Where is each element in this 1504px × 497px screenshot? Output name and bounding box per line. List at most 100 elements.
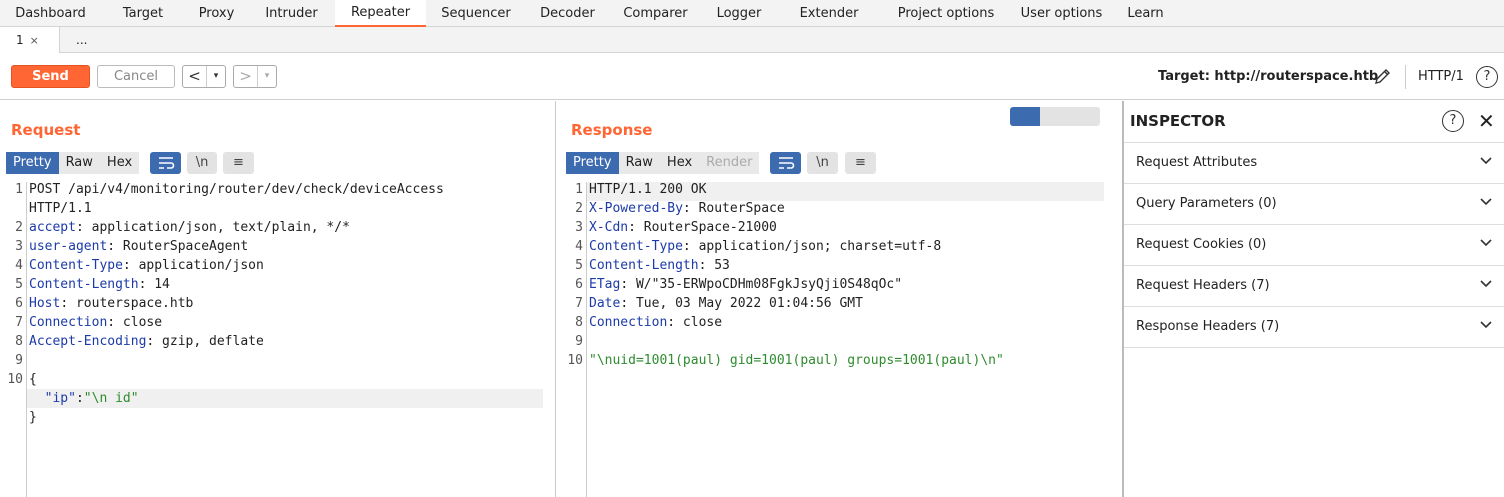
show-newlines-button[interactable]: \n <box>807 152 838 174</box>
chevron-down-icon[interactable] <box>1479 194 1493 212</box>
chevron-down-icon[interactable] <box>1479 235 1493 253</box>
nav-tab-extender[interactable]: Extender <box>776 0 882 27</box>
token-key: Host <box>29 296 61 311</box>
http-version-toggle[interactable]: HTTP/1 <box>1418 69 1464 84</box>
history-back-group: < ▾ <box>182 65 226 88</box>
chevron-down-icon[interactable]: ▾ <box>206 66 225 87</box>
chevron-down-icon[interactable] <box>1479 276 1493 294</box>
side-by-side-layout-icon[interactable] <box>1010 107 1040 126</box>
request-view-tab-pretty[interactable]: Pretty <box>6 152 59 174</box>
nav-tab-intruder[interactable]: Intruder <box>248 0 335 27</box>
code-line: "ip":"\n id" <box>29 391 139 406</box>
code-line: "\nuid=1001(paul) gid=1001(paul) groups=… <box>589 353 1004 368</box>
inspector-section-request-headers-7[interactable]: Request Headers (7) <box>1124 265 1504 306</box>
subtab-1[interactable]: 1 × <box>0 27 60 53</box>
inspector-section-response-headers-7[interactable]: Response Headers (7) <box>1124 306 1504 347</box>
token-value: : gzip, deflate <box>146 334 264 349</box>
nav-tab-project-options[interactable]: Project options <box>882 0 1010 27</box>
line-number: 1 <box>15 182 23 197</box>
inspector-panel: INSPECTOR ? ✕ Request Attributes Query Pa… <box>1122 101 1504 497</box>
response-view-tab-render[interactable]: Render <box>699 152 760 174</box>
code-line: user-agent: RouterSpaceAgent <box>29 239 248 254</box>
token-value <box>29 391 45 406</box>
token-value: : 53 <box>698 258 730 273</box>
inspector-section-query-parameters-0[interactable]: Query Parameters (0) <box>1124 183 1504 224</box>
cancel-button[interactable]: Cancel <box>97 65 175 88</box>
stacked-layout-icon[interactable] <box>1040 107 1070 126</box>
nav-tab-proxy[interactable]: Proxy <box>185 0 248 27</box>
new-tab-button[interactable]: ... <box>76 27 87 53</box>
nav-tab-repeater[interactable]: Repeater <box>335 0 426 27</box>
line-number: 4 <box>15 258 23 273</box>
line-number: 5 <box>575 258 583 273</box>
request-view-tab-raw[interactable]: Raw <box>58 152 100 174</box>
token-key: Content-Length <box>29 277 139 292</box>
inspector-section-request-cookies-0[interactable]: Request Cookies (0) <box>1124 224 1504 265</box>
response-view-tab-pretty[interactable]: Pretty <box>566 152 619 174</box>
chevron-down-icon[interactable] <box>1479 317 1493 335</box>
edit-pencil-icon[interactable] <box>1373 66 1393 86</box>
send-button[interactable]: Send <box>11 65 90 88</box>
code-line: Content-Type: application/json; charset=… <box>589 239 941 254</box>
line-number: 9 <box>15 353 23 368</box>
line-number: 10 <box>7 372 23 387</box>
line-number: 5 <box>15 277 23 292</box>
token-value: : close <box>667 315 723 330</box>
menu-icon[interactable]: ≡ <box>223 152 254 174</box>
chevron-down-icon[interactable] <box>1479 153 1493 171</box>
toolbar-separator <box>1405 65 1406 89</box>
wrap-lines-icon[interactable] <box>770 152 801 174</box>
line-number: 1 <box>575 182 583 197</box>
request-view-tab-hex[interactable]: Hex <box>99 152 140 174</box>
inspector-section-request-attributes[interactable]: Request Attributes <box>1124 142 1504 183</box>
token-value: : RouterSpaceAgent <box>107 239 249 254</box>
close-icon[interactable]: ✕ <box>1478 109 1495 133</box>
back-arrow-icon[interactable]: < <box>183 66 206 87</box>
code-line: accept: application/json, text/plain, */… <box>29 220 350 235</box>
response-gutter <box>586 182 587 497</box>
response-view-tab-raw[interactable]: Raw <box>618 152 660 174</box>
help-icon[interactable]: ? <box>1476 66 1498 88</box>
code-line: Connection: close <box>29 315 162 330</box>
nav-tab-target[interactable]: Target <box>101 0 185 27</box>
close-icon[interactable]: × <box>30 34 39 47</box>
token-key: "ip" <box>44 391 76 406</box>
line-number: 8 <box>15 334 23 349</box>
token-value: : RouterSpace-21000 <box>628 220 777 235</box>
pane-divider[interactable] <box>555 101 556 497</box>
nav-tab-decoder[interactable]: Decoder <box>526 0 609 27</box>
token-key: X-Cdn <box>589 220 629 235</box>
token-key: accept <box>29 220 76 235</box>
nav-tab-learn[interactable]: Learn <box>1113 0 1178 27</box>
nav-tab-user-options[interactable]: User options <box>1010 0 1113 27</box>
chevron-down-icon[interactable]: ▾ <box>257 66 276 87</box>
wrap-lines-icon[interactable] <box>150 152 181 174</box>
line-number: 7 <box>575 296 583 311</box>
token-value: : RouterSpace <box>682 201 785 216</box>
token-key: Accept-Encoding <box>29 334 147 349</box>
nav-tab-logger[interactable]: Logger <box>702 0 776 27</box>
code-line: Connection: close <box>589 315 722 330</box>
code-line: Content-Length: 53 <box>589 258 730 273</box>
token-value: HTTP/1.1 200 OK <box>589 182 707 197</box>
repeater-subtabs: 1 × ... <box>0 27 1504 53</box>
code-line: { <box>29 372 37 387</box>
menu-icon[interactable]: ≡ <box>845 152 876 174</box>
token-key: ETag <box>589 277 621 292</box>
nav-tab-comparer[interactable]: Comparer <box>609 0 702 27</box>
show-newlines-button[interactable]: \n <box>187 152 217 174</box>
nav-tab-sequencer[interactable]: Sequencer <box>426 0 526 27</box>
line-number: 2 <box>15 220 23 235</box>
token-key: Connection <box>589 315 668 330</box>
line-number: 4 <box>575 239 583 254</box>
response-view-tab-hex[interactable]: Hex <box>659 152 700 174</box>
help-icon[interactable]: ? <box>1442 110 1464 132</box>
inspector-section-label: Request Cookies (0) <box>1136 237 1267 252</box>
request-title: Request <box>11 121 81 139</box>
tabbed-layout-icon[interactable] <box>1070 107 1100 126</box>
nav-tab-dashboard[interactable]: Dashboard <box>0 0 101 27</box>
token-value: "\n id" <box>83 391 139 406</box>
inspector-section-label: Request Headers (7) <box>1136 278 1270 293</box>
forward-arrow-icon[interactable]: > <box>234 66 257 87</box>
token-value: : application/json; charset=utf-8 <box>682 239 942 254</box>
